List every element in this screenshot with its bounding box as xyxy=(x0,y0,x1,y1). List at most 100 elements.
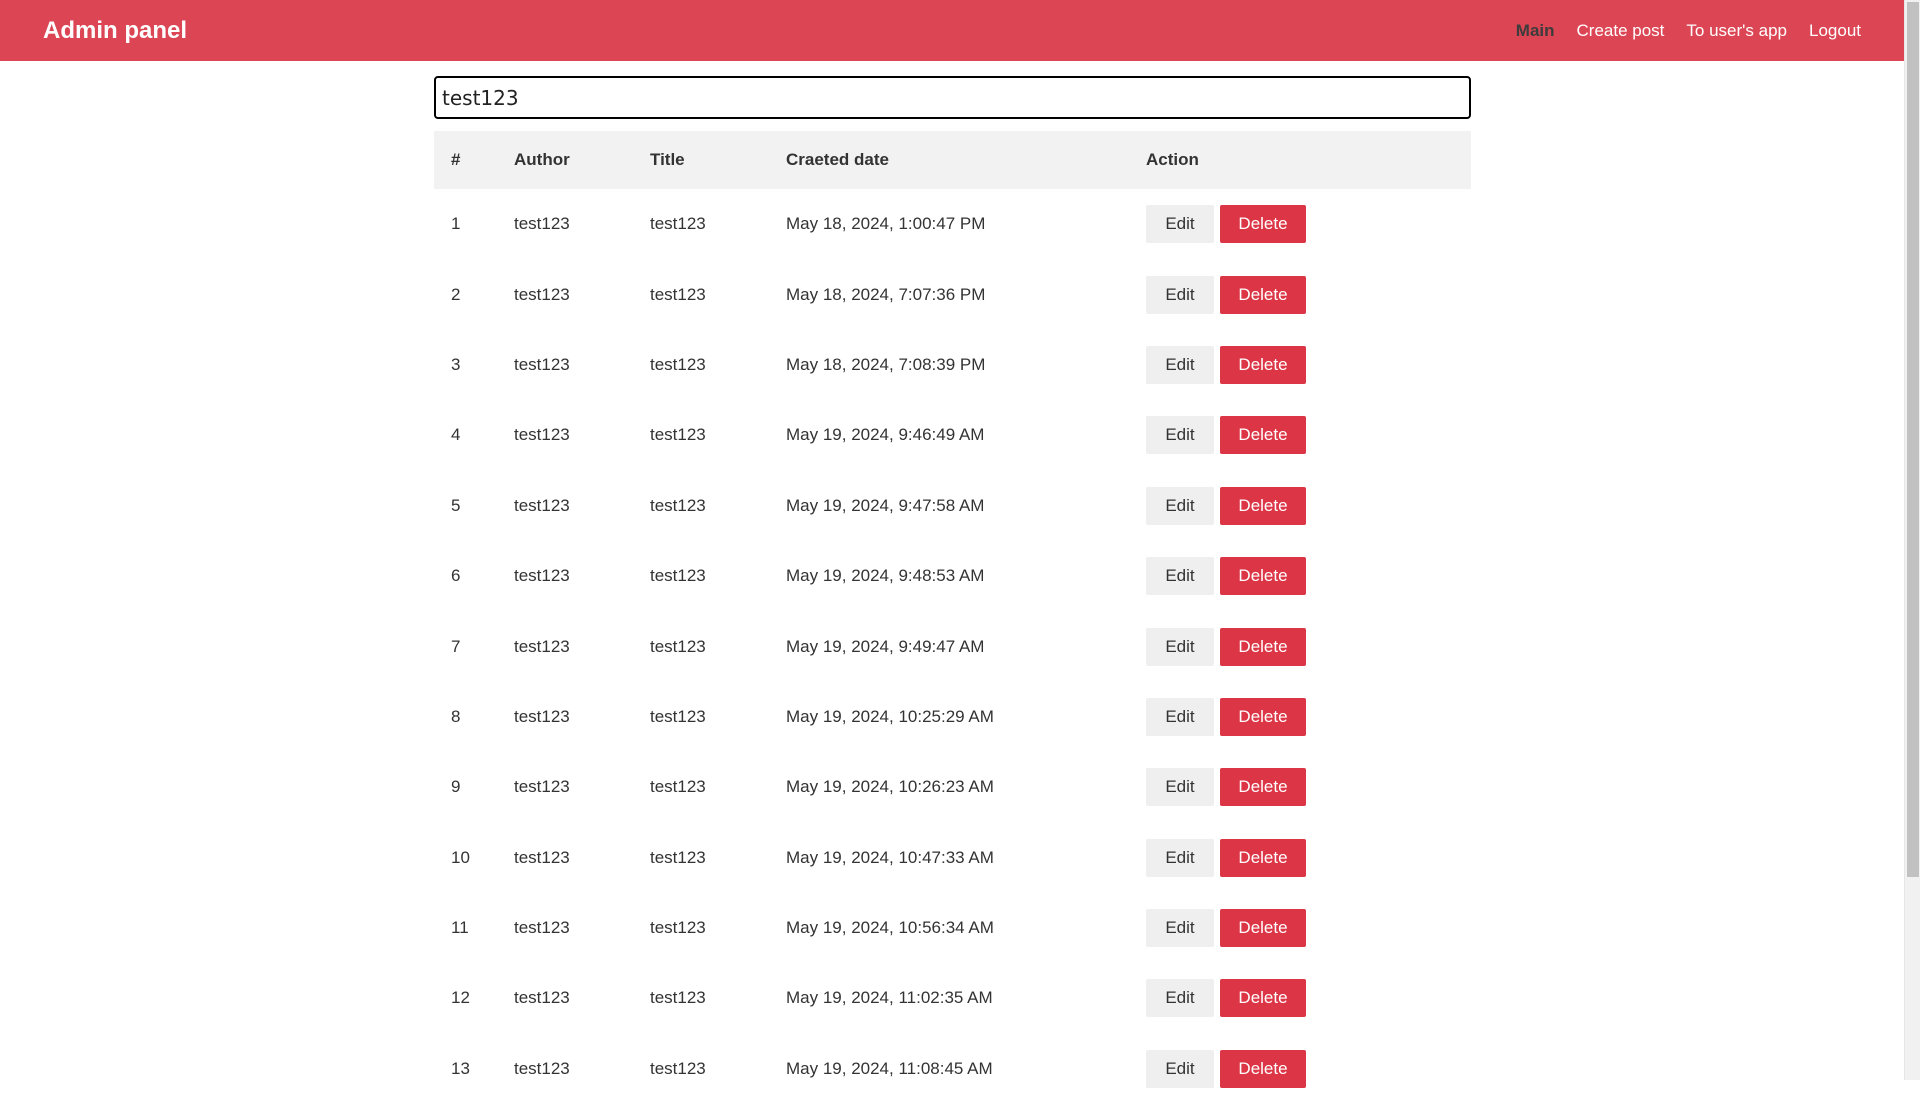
row-actions: Edit Delete xyxy=(1146,189,1471,259)
row-number: 11 xyxy=(451,918,469,938)
header-action: Action xyxy=(1146,150,1199,169)
row-number: 13 xyxy=(451,1058,470,1078)
row-actions: Edit Delete xyxy=(1146,823,1471,893)
nav-link-main[interactable]: Main xyxy=(1516,21,1555,41)
row-title: test123 xyxy=(650,918,706,938)
delete-button[interactable]: Delete xyxy=(1220,1049,1306,1088)
row-created-date: May 19, 2024, 9:49:47 AM xyxy=(786,636,985,656)
top-navbar: Admin panel Main Create post To user's a… xyxy=(0,0,1904,61)
row-author: test123 xyxy=(514,214,570,234)
nav-link-logout[interactable]: Logout xyxy=(1809,21,1861,41)
edit-button[interactable]: Edit xyxy=(1146,486,1214,525)
edit-button[interactable]: Edit xyxy=(1146,697,1214,736)
table-row: 4 test123 test123 May 19, 2024, 9:46:49 AM E… xyxy=(434,400,1471,470)
table-row: 7 test123 test123 May 19, 2024, 9:49:47 AM E… xyxy=(434,611,1471,681)
row-actions: Edit Delete xyxy=(1146,752,1471,822)
header-author: Author xyxy=(514,150,570,169)
delete-button[interactable]: Delete xyxy=(1220,486,1306,525)
row-created-date: May 19, 2024, 11:08:45 AM xyxy=(786,1058,993,1078)
row-number: 4 xyxy=(451,425,461,445)
delete-button[interactable]: Delete xyxy=(1220,768,1306,807)
delete-button[interactable]: Delete xyxy=(1220,275,1306,314)
table-row: 2 test123 test123 May 18, 2024, 7:07:36 PM E… xyxy=(434,259,1471,329)
row-author: test123 xyxy=(514,636,570,656)
edit-button[interactable]: Edit xyxy=(1146,838,1214,877)
row-title: test123 xyxy=(650,988,706,1008)
table-row: 1 test123 test123 May 18, 2024, 1:00:47 PM E… xyxy=(434,189,1471,259)
row-actions: Edit Delete xyxy=(1146,611,1471,681)
table-row: 6 test123 test123 May 19, 2024, 9:48:53 AM E… xyxy=(434,541,1471,611)
main-content: # Author Title Craeted date Action 1 test… xyxy=(434,76,1471,1104)
delete-button[interactable]: Delete xyxy=(1220,909,1306,948)
row-title: test123 xyxy=(650,284,706,304)
row-actions: Edit Delete xyxy=(1146,1034,1471,1104)
row-title: test123 xyxy=(650,777,706,797)
row-author: test123 xyxy=(514,988,570,1008)
edit-button[interactable]: Edit xyxy=(1146,416,1214,455)
vertical-scrollbar[interactable] xyxy=(1904,0,1920,1080)
row-number: 3 xyxy=(451,354,461,374)
row-title: test123 xyxy=(650,425,706,445)
table-row: 8 test123 test123 May 19, 2024, 10:25:29 AM… xyxy=(434,682,1471,752)
table-row: 13 test123 test123 May 19, 2024, 11:08:45 A… xyxy=(434,1034,1471,1104)
row-actions: Edit Delete xyxy=(1146,330,1471,400)
table-header-row: # Author Title Craeted date Action xyxy=(434,131,1471,189)
header-title: Title xyxy=(650,150,685,169)
row-actions: Edit Delete xyxy=(1146,259,1471,329)
row-author: test123 xyxy=(514,847,570,867)
edit-button[interactable]: Edit xyxy=(1146,768,1214,807)
delete-button[interactable]: Delete xyxy=(1220,557,1306,596)
brand-title[interactable]: Admin panel xyxy=(43,17,187,45)
delete-button[interactable]: Delete xyxy=(1220,416,1306,455)
edit-button[interactable]: Edit xyxy=(1146,557,1214,596)
row-created-date: May 19, 2024, 10:26:23 AM xyxy=(786,777,994,797)
row-number: 6 xyxy=(451,566,461,586)
row-title: test123 xyxy=(650,847,706,867)
row-number: 12 xyxy=(451,988,470,1008)
row-title: test123 xyxy=(650,1058,706,1078)
delete-button[interactable]: Delete xyxy=(1220,697,1306,736)
table-row: 9 test123 test123 May 19, 2024, 10:26:23 AM… xyxy=(434,752,1471,822)
row-number: 9 xyxy=(451,777,461,797)
nav-link-create-post[interactable]: Create post xyxy=(1577,21,1665,41)
row-number: 8 xyxy=(451,706,461,726)
edit-button[interactable]: Edit xyxy=(1146,979,1214,1018)
row-created-date: May 19, 2024, 9:46:49 AM xyxy=(786,425,985,445)
edit-button[interactable]: Edit xyxy=(1146,345,1214,384)
row-actions: Edit Delete xyxy=(1146,963,1471,1033)
row-author: test123 xyxy=(514,495,570,515)
edit-button[interactable]: Edit xyxy=(1146,627,1214,666)
delete-button[interactable]: Delete xyxy=(1220,627,1306,666)
table-row: 10 test123 test123 May 19, 2024, 10:47:33 A… xyxy=(434,823,1471,893)
delete-button[interactable]: Delete xyxy=(1220,838,1306,877)
nav-link-users-app[interactable]: To user's app xyxy=(1686,21,1787,41)
row-created-date: May 19, 2024, 11:02:35 AM xyxy=(786,988,993,1008)
search-input[interactable] xyxy=(434,76,1471,119)
table-row: 5 test123 test123 May 19, 2024, 9:47:58 AM E… xyxy=(434,471,1471,541)
row-author: test123 xyxy=(514,425,570,445)
header-number: # xyxy=(451,150,461,169)
row-created-date: May 19, 2024, 10:47:33 AM xyxy=(786,847,994,867)
table-row: 11 test123 test123 May 19, 2024, 10:56:34 A… xyxy=(434,893,1471,963)
row-created-date: May 19, 2024, 9:47:58 AM xyxy=(786,495,985,515)
edit-button[interactable]: Edit xyxy=(1146,205,1214,244)
row-created-date: May 19, 2024, 10:56:34 AM xyxy=(786,918,994,938)
row-actions: Edit Delete xyxy=(1146,471,1471,541)
row-author: test123 xyxy=(514,284,570,304)
table-row: 12 test123 test123 May 19, 2024, 11:02:35 A… xyxy=(434,963,1471,1033)
row-created-date: May 18, 2024, 1:00:47 PM xyxy=(786,214,986,234)
row-number: 1 xyxy=(451,214,461,234)
delete-button[interactable]: Delete xyxy=(1220,979,1306,1018)
edit-button[interactable]: Edit xyxy=(1146,275,1214,314)
row-actions: Edit Delete xyxy=(1146,400,1471,470)
row-created-date: May 18, 2024, 7:07:36 PM xyxy=(786,284,986,304)
scrollbar-thumb[interactable] xyxy=(1907,2,1919,877)
row-actions: Edit Delete xyxy=(1146,682,1471,752)
delete-button[interactable]: Delete xyxy=(1220,345,1306,384)
row-title: test123 xyxy=(650,566,706,586)
row-author: test123 xyxy=(514,706,570,726)
edit-button[interactable]: Edit xyxy=(1146,909,1214,948)
delete-button[interactable]: Delete xyxy=(1220,205,1306,244)
row-title: test123 xyxy=(650,214,706,234)
edit-button[interactable]: Edit xyxy=(1146,1049,1214,1088)
